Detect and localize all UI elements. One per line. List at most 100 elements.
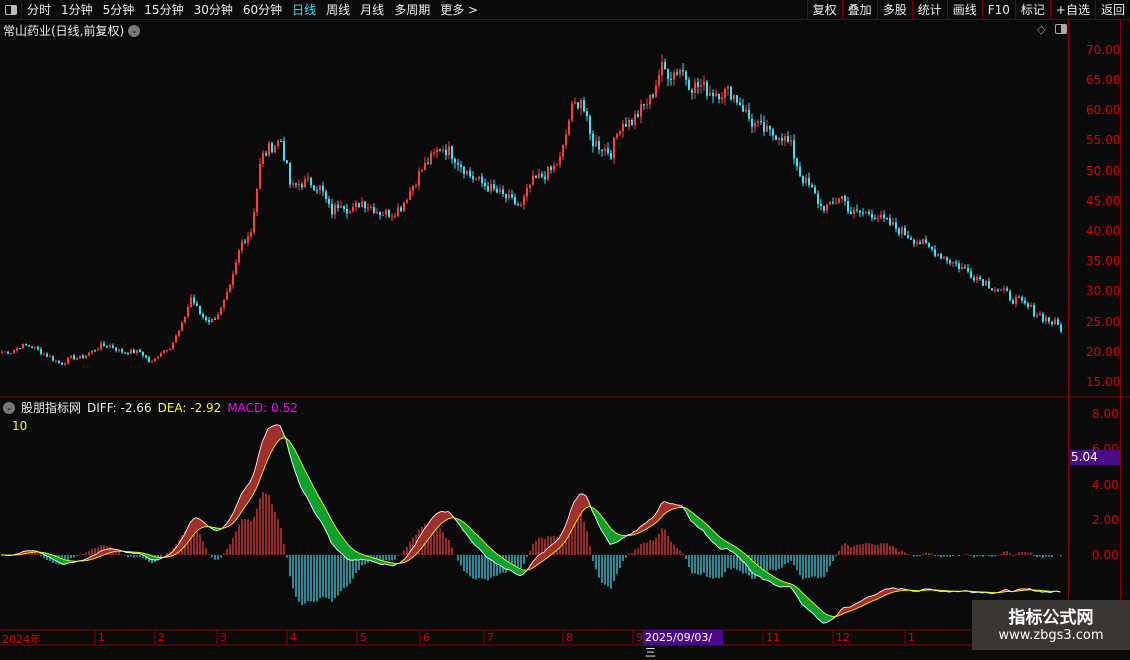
candle-body <box>337 205 339 208</box>
candle-body <box>94 350 96 351</box>
candle-body <box>688 80 690 90</box>
candle-body <box>103 343 105 346</box>
candle-body <box>16 348 18 350</box>
candle-body <box>109 346 111 348</box>
candle-body <box>541 174 543 177</box>
candle-body <box>439 150 441 151</box>
candle-body <box>859 210 861 212</box>
candle-body <box>157 357 159 358</box>
candle-body <box>478 177 480 180</box>
candle-body <box>250 232 252 236</box>
candle-body <box>985 281 987 286</box>
candle-body <box>67 358 69 364</box>
candle-body <box>283 141 285 160</box>
candle-body <box>640 104 642 116</box>
candle-body <box>97 349 99 350</box>
date-tick-label: 5 <box>360 631 367 644</box>
candle-body <box>898 229 900 235</box>
candle-body <box>514 197 516 204</box>
candle-body <box>181 322 183 331</box>
candle-body <box>427 163 429 164</box>
price-tick-label: 20.00 <box>1086 345 1120 359</box>
candle-body <box>325 191 327 199</box>
chevron-down-icon[interactable]: ⌄ <box>3 402 15 414</box>
candle-body <box>148 357 150 362</box>
candle-body <box>28 345 30 346</box>
candle-body <box>682 70 684 71</box>
candle-body <box>607 148 609 153</box>
candle-body <box>406 200 408 202</box>
candle-body <box>796 158 798 166</box>
candle-body <box>292 183 294 184</box>
candle-body <box>496 189 498 193</box>
candle-body <box>685 71 687 79</box>
diff-line <box>1 425 1060 623</box>
candle-body <box>64 363 66 364</box>
candle-body <box>82 356 84 358</box>
candle-body <box>973 278 975 281</box>
candle-body <box>760 121 762 122</box>
candle-body <box>961 267 963 269</box>
candle-body <box>409 191 411 200</box>
macd-tick-label: 8.00 <box>1092 407 1119 421</box>
candle-body <box>940 254 942 259</box>
candle-body <box>469 171 471 177</box>
price-tick-label: 30.00 <box>1086 284 1120 298</box>
candle-body <box>649 95 651 105</box>
candle-body <box>388 210 390 217</box>
candle-body <box>1006 288 1008 291</box>
candle-body <box>517 204 519 205</box>
candle-body <box>307 178 309 179</box>
candle-body <box>178 331 180 336</box>
date-tick-label: 2 <box>158 631 165 644</box>
candle-body <box>259 164 261 189</box>
candle-body <box>316 190 318 191</box>
candle-body <box>7 352 9 354</box>
candle-body <box>1018 297 1020 298</box>
candle-body <box>505 194 507 198</box>
candle-body <box>913 240 915 244</box>
candle-body <box>925 239 927 243</box>
indicator-name[interactable]: 股朋指标网 <box>21 399 81 416</box>
candle-body <box>169 349 171 351</box>
candle-body <box>481 177 483 183</box>
candle-body <box>232 274 234 285</box>
candle-body <box>127 353 129 354</box>
candle-body <box>415 185 417 186</box>
candle-body <box>382 215 384 216</box>
candle-body <box>502 190 504 194</box>
candle-body <box>703 82 705 86</box>
candle-body <box>208 320 210 322</box>
watermark-url: www.zbgs3.com <box>972 628 1130 643</box>
date-tick-label: 9 <box>636 631 643 644</box>
candle-body <box>589 116 591 134</box>
candle-body <box>559 157 561 165</box>
candle-body <box>142 352 144 356</box>
candle-body <box>130 350 132 354</box>
candle-body <box>532 176 534 185</box>
candle-body <box>343 206 345 209</box>
candle-body <box>352 207 354 211</box>
candle-body <box>235 262 237 274</box>
candle-body <box>544 177 546 180</box>
kline-chart[interactable] <box>0 0 1130 650</box>
indicator-param: 10 <box>12 419 27 433</box>
candle-body <box>658 75 660 85</box>
candle-body <box>826 205 828 211</box>
candle-body <box>238 250 240 262</box>
candle-body <box>970 272 972 278</box>
candle-body <box>634 114 636 125</box>
candle-body <box>904 228 906 235</box>
candle-body <box>166 350 168 351</box>
candle-body <box>256 189 258 212</box>
candle-body <box>475 179 477 180</box>
candle-body <box>241 241 243 250</box>
diff-value: DIFF: -2.66 <box>87 401 152 415</box>
candle-body <box>1009 291 1011 300</box>
candle-body <box>829 202 831 205</box>
candle-body <box>937 254 939 256</box>
candle-body <box>694 82 696 93</box>
candle-body <box>1039 314 1041 315</box>
candle-body <box>214 319 216 320</box>
candle-body <box>226 292 228 300</box>
